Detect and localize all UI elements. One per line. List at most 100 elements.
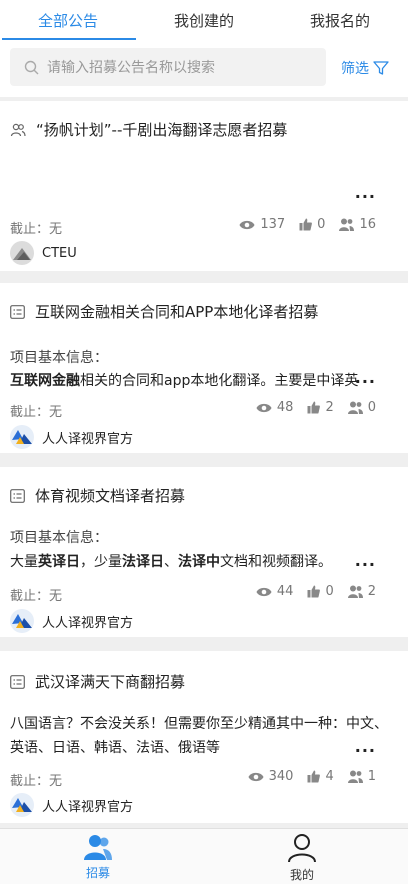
tab-created[interactable]: 我创建的 [136,0,272,40]
description-label: 项目基本信息： [10,527,108,547]
card-title: 体育视频文档译者招募 [35,487,186,505]
nav-recruit[interactable]: 招募 [48,833,148,881]
filter-button[interactable]: 筛选 [341,58,389,78]
deadline: 截止：无 [10,405,63,420]
card-title-row: 互联网金融相关合同和APP本地化译者招募 [10,301,318,322]
applicants-stat: 1 [347,769,376,784]
tab-all[interactable]: 全部公告 [0,0,136,40]
eye-icon [239,220,255,229]
description-line-1: 八国语言？不会没关系！但需要你至少精通其中一种：中文、 [10,716,388,732]
card-stats: 340 4 1 [234,769,376,784]
avatar [10,609,34,633]
card-stats: 44 0 2 [242,584,376,599]
publisher-name: 人人译视界官方 [42,799,134,815]
tab-registered[interactable]: 我报名的 [272,0,408,40]
description-line-2: 英语、日语、韩语、法语、俄语等 [10,740,220,756]
people-icon [339,218,355,231]
user-icon [288,834,316,863]
tab-all-label: 全部公告 [37,11,98,30]
tab-bar: 全部公告 我创建的 我报名的 [0,0,408,40]
search-placeholder: 请输入招募公告名称以搜索 [47,60,215,76]
applicants-count: 0 [367,400,376,415]
publisher[interactable]: 人人译视界官方 [10,425,133,449]
thumbs-up-icon [307,401,321,414]
recruit-card[interactable]: 武汉译满天下商翻招募 八国语言？不会没关系！但需要你至少精通其中一种：中文、 英… [0,651,408,823]
publisher[interactable]: CTEU [10,241,77,265]
eye-icon [248,772,264,781]
avatar [10,793,34,817]
likes-stat: 2 [307,400,334,415]
publisher-name: 人人译视界官方 [42,431,134,447]
recruit-icon [84,835,112,860]
eye-icon [256,587,272,596]
avatar [10,241,34,265]
nav-mine[interactable]: 我的 [252,833,352,883]
applicants-count: 16 [359,217,376,232]
views-count: 137 [260,217,286,232]
card-title: 互联网金融相关合同和APP本地化译者招募 [35,303,319,321]
more-icon[interactable]: ... [355,737,376,756]
views-count: 48 [276,400,294,415]
likes-count: 0 [317,217,326,232]
thumbs-up-icon [307,585,321,598]
desc-part: 、 [164,554,178,570]
tab-registered-label: 我报名的 [309,11,370,30]
search-bar: 请输入招募公告名称以搜索 筛选 [0,40,408,97]
people-icon [347,401,363,414]
desc-part: 文档和视频翻译。 [220,554,332,570]
thumbs-up-icon [307,770,321,783]
views-stat: 44 [256,584,293,599]
recruit-card[interactable]: 体育视频文档译者招募 项目基本信息： 大量英译日，少量法译日、法译中文档和视频翻… [0,467,408,637]
more-icon[interactable]: ... [355,183,376,202]
views-stat: 340 [248,769,294,784]
desc-rest: 相关的合同和app本地化翻译。主要是中译英 [80,373,359,389]
views-count: 340 [268,769,294,784]
desc-label-text: 项目基本信息： [10,530,108,546]
people-icon [347,585,363,598]
more-icon[interactable]: ... [355,368,376,387]
group-icon [10,123,26,136]
tab-created-label: 我创建的 [173,11,234,30]
applicants-stat: 0 [347,400,376,415]
deadline: 截止：无 [10,222,63,237]
likes-stat: 0 [299,217,325,232]
applicants-stat: 2 [347,584,376,599]
recruit-card[interactable]: 互联网金融相关合同和APP本地化译者招募 项目基本信息： 互联网金融相关的合同和… [0,283,408,453]
filter-icon [373,61,389,75]
applicants-count: 1 [367,769,376,784]
card-title: 武汉译满天下商翻招募 [35,673,186,691]
desc-bold: 法译日 [122,554,164,570]
avatar [10,425,34,449]
document-icon [10,488,25,503]
publisher[interactable]: 人人译视界官方 [10,793,133,817]
description-text: 大量英译日，少量法译日、法译中文档和视频翻译。 [10,551,332,571]
nav-mine-label: 我的 [289,868,314,882]
people-icon [347,770,363,783]
publisher[interactable]: 人人译视界官方 [10,609,133,633]
card-stats: 48 2 0 [242,400,376,415]
card-stats: 137 0 16 [225,217,376,232]
desc-part: ，少量 [80,554,122,570]
likes-count: 4 [325,769,334,784]
search-input[interactable]: 请输入招募公告名称以搜索 [10,48,326,86]
applicants-stat: 16 [339,217,376,232]
publisher-name: CTEU [42,245,77,261]
card-title-row: “扬帆计划”--千剧出海翻译志愿者招募 [10,119,287,140]
card-title-row: 武汉译满天下商翻招募 [10,671,185,692]
eye-icon [256,403,272,412]
more-icon[interactable]: ... [355,551,376,570]
card-title-row: 体育视频文档译者招募 [10,485,185,506]
desc-bold: 英译日 [38,554,80,570]
likes-stat: 4 [307,769,334,784]
desc-label-text: 项目基本信息： [10,350,108,366]
description-label: 项目基本信息： [10,347,108,367]
document-icon [10,304,25,319]
deadline: 截止：无 [10,589,63,604]
description-text: 互联网金融相关的合同和app本地化翻译。主要是中译英 [10,370,358,390]
thumbs-up-icon [299,218,313,231]
search-icon [24,60,39,74]
desc-bold: 互联网金融 [10,373,80,389]
recruit-card[interactable]: “扬帆计划”--千剧出海翻译志愿者招募 ... 截止：无 137 0 16 CT… [0,101,408,271]
publisher-name: 人人译视界官方 [42,615,134,631]
likes-count: 2 [325,400,334,415]
